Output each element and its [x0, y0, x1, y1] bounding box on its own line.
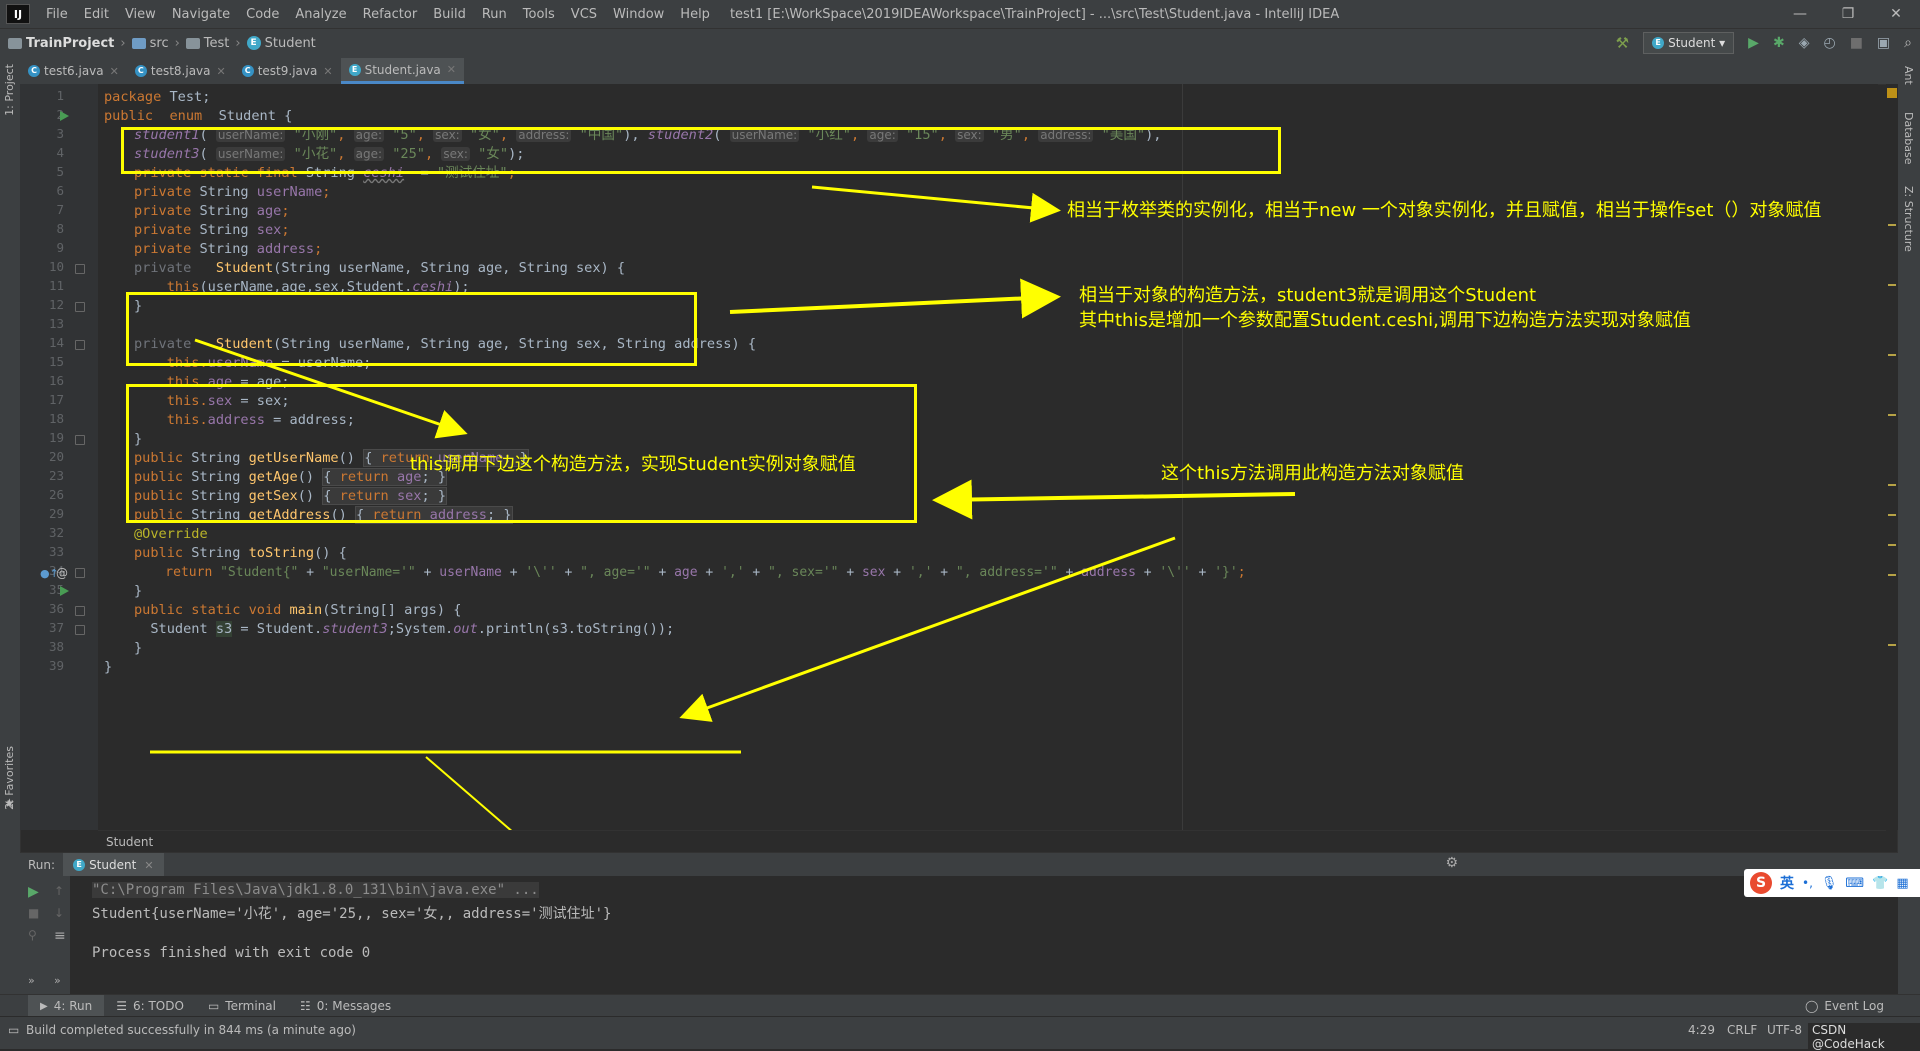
annotation-text-2b: 其中this是增加一个参数配置Student.ceshi,调用下边构造方法实现对… [1079, 310, 1691, 331]
rerun-icon[interactable]: ▶ [28, 884, 39, 900]
terminal-icon: ▭ [207, 999, 220, 1013]
event-log-icon: ◯ [1804, 999, 1819, 1013]
settings-gear-icon[interactable]: ⚙ [1445, 855, 1458, 871]
tool-tab-label: 0: Messages [316, 999, 392, 1013]
annotation-text-3: this调用下边这个构造方法，实现Student实例对象赋值 [410, 454, 856, 475]
skin-icon[interactable]: 👕 [1872, 876, 1888, 891]
microphone-icon[interactable]: 🎙 [1821, 876, 1838, 891]
up-arrow-icon[interactable]: ↑ [54, 884, 64, 898]
arrow-to-annotation-2 [729, 278, 1061, 319]
tool-tab-terminal[interactable]: ▭ Terminal [196, 999, 288, 1013]
status-message[interactable]: Build completed successfully in 844 ms (… [26, 1023, 356, 1037]
arrow-to-main [679, 536, 1176, 722]
line-separator[interactable]: CRLF [1727, 1023, 1757, 1037]
enum-icon: E [73, 859, 86, 871]
close-tab-icon[interactable]: ✕ [144, 859, 153, 872]
run-panel-label: Run: [28, 858, 56, 872]
arrow-to-annotation-1 [811, 185, 1061, 223]
run-toolbar: ▶ ↑ ■ ↓ ⚲ ≡ » » [20, 876, 71, 994]
build-status-icon: ▭ [8, 1023, 20, 1037]
run-tab-label: Student [89, 858, 137, 872]
annotation-text-2a: 相当于对象的构造方法，student3就是调用这个Student [1079, 285, 1537, 306]
event-log-button[interactable]: ◯ Event Log [1793, 999, 1896, 1013]
ime-mode-label[interactable]: 英 [1780, 873, 1794, 893]
tool-tab-label: 6: TODO [132, 999, 184, 1013]
more-icon[interactable]: » [28, 974, 35, 987]
console-line-output: Student{userName='小花', age='25,, sex='女,… [92, 906, 612, 922]
stop-icon[interactable]: ■ [28, 906, 39, 920]
list-icon: ☰ [116, 999, 127, 1013]
run-tab-student[interactable]: E Student ✕ [63, 853, 164, 877]
event-log-label: Event Log [1824, 999, 1884, 1013]
bottom-tool-tabs: ▶ 4: Run ☰ 6: TODO ▭ Terminal ☷ 0: Messages … [0, 994, 1920, 1017]
console-output[interactable]: "C:\Program Files\Java\jdk1.8.0_131\bin\… [70, 876, 1898, 994]
annotation-text-4: 这个this方法调用此构造方法对象赋值 [1161, 463, 1464, 484]
editor-breadcrumb: Student [98, 830, 1886, 853]
caret-position[interactable]: 4:29 [1688, 1023, 1715, 1037]
pin-icon[interactable]: ⚲ [28, 928, 37, 942]
tool-tab-label: 4: Run [53, 999, 93, 1013]
file-encoding[interactable]: UTF-8 [1767, 1023, 1802, 1037]
soft-wrap-icon[interactable]: ≡ [54, 928, 66, 944]
punctuation-icon[interactable]: •, [1802, 876, 1813, 890]
tool-tab-messages[interactable]: ☷ 0: Messages [288, 999, 403, 1013]
watermark: CSDN @CodeHack [1808, 1023, 1920, 1051]
more-icon[interactable]: » [54, 974, 61, 987]
down-arrow-icon[interactable]: ↓ [54, 906, 64, 920]
tool-tab-todo[interactable]: ☰ 6: TODO [104, 999, 196, 1013]
toolbox-icon[interactable]: ▦ [1896, 876, 1908, 891]
arrow-to-constructor [932, 479, 1296, 520]
tool-tab-label: Terminal [225, 999, 276, 1013]
breadcrumb-class-item[interactable]: Student [106, 835, 153, 849]
console-line-command: "C:\Program Files\Java\jdk1.8.0_131\bin\… [92, 882, 539, 898]
annotation-text-1: 相当于枚举类的实例化，相当于new 一个对象实例化，并且赋值，相当于操作set（… [1067, 200, 1822, 221]
messages-icon: ☷ [300, 999, 311, 1013]
ime-toolbar: S 英 •, 🎙 ⌨ 👕 ▦ [1744, 869, 1920, 897]
console-line-exit: Process finished with exit code 0 [92, 945, 371, 961]
sogou-logo-icon[interactable]: S [1750, 872, 1772, 894]
run-icon: ▶ [40, 1000, 48, 1012]
tool-tab-run[interactable]: ▶ 4: Run [28, 995, 105, 1017]
status-bar: ▭ Build completed successfully in 844 ms… [0, 1016, 1920, 1051]
arrow-to-annotation-3 [194, 338, 468, 439]
keyboard-icon[interactable]: ⌨ [1845, 876, 1864, 891]
run-panel-header: Run: E Student ✕ ⚙ [20, 852, 1898, 877]
